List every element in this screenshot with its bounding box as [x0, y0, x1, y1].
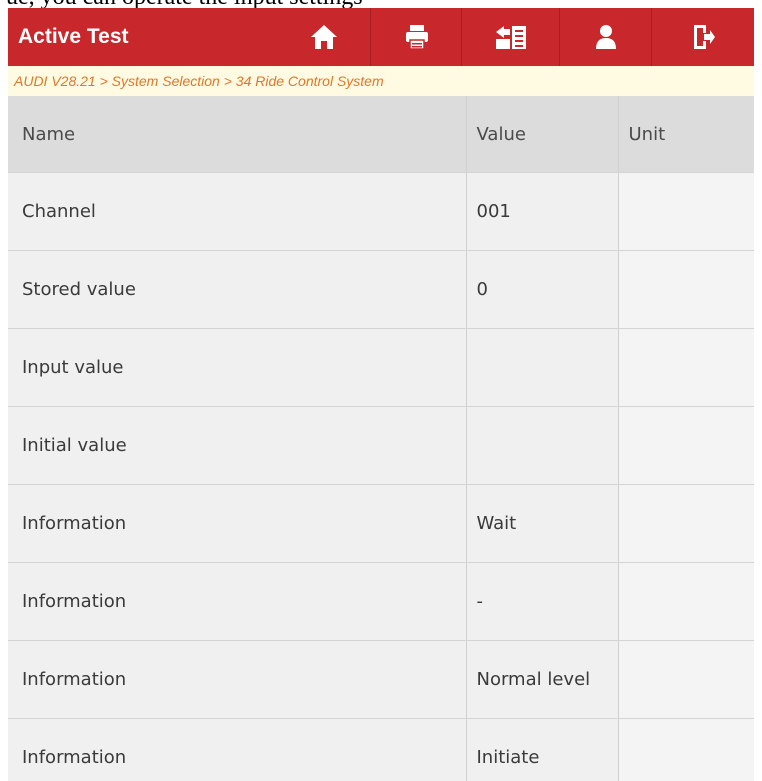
- row-unit: [617, 172, 754, 251]
- table-row[interactable]: Channel 001: [8, 172, 754, 251]
- table-row[interactable]: Information Normal level: [8, 640, 754, 719]
- breadcrumb: AUDI V28.21 > System Selection > 34 Ride…: [14, 73, 384, 89]
- exit-button[interactable]: [651, 8, 754, 66]
- exit-icon: [692, 24, 716, 50]
- row-name: Initial value: [8, 406, 466, 485]
- report-icon: [494, 24, 528, 50]
- user-icon: [595, 24, 617, 50]
- table-row[interactable]: Information -: [8, 562, 754, 641]
- row-name: Information: [8, 640, 466, 719]
- app-window: Active Test AUDI V28.21 > System Selecti…: [8, 8, 754, 781]
- breadcrumb-bar: AUDI V28.21 > System Selection > 34 Ride…: [8, 66, 754, 97]
- row-name: Stored value: [8, 250, 466, 329]
- report-button[interactable]: [461, 8, 560, 66]
- title-bar: Active Test: [8, 8, 754, 66]
- row-value: [465, 406, 618, 485]
- row-value: 0: [465, 250, 618, 329]
- column-header-value: Value: [465, 96, 618, 173]
- row-name: Information: [8, 718, 466, 781]
- row-unit: [617, 718, 754, 781]
- document-text-fragment: ue, you can operate the input settings: [0, 0, 762, 8]
- row-value: Wait: [465, 484, 618, 563]
- table-row[interactable]: Initial value: [8, 406, 754, 485]
- page-title: Active Test: [18, 25, 129, 48]
- row-unit: [617, 328, 754, 407]
- table-row[interactable]: Information Wait: [8, 484, 754, 563]
- user-button[interactable]: [559, 8, 652, 66]
- row-value: Normal level: [465, 640, 618, 719]
- row-name: Input value: [8, 328, 466, 407]
- row-unit: [617, 562, 754, 641]
- row-name: Information: [8, 562, 466, 641]
- row-unit: [617, 250, 754, 329]
- row-value: Initiate: [465, 718, 618, 781]
- row-value: [465, 328, 618, 407]
- table-row[interactable]: Information Initiate: [8, 718, 754, 781]
- row-value: 001: [465, 172, 618, 251]
- data-table: Name Value Unit Channel 001 Stored value…: [8, 96, 754, 781]
- table-header-row: Name Value Unit: [8, 96, 754, 173]
- row-unit: [617, 484, 754, 563]
- column-header-name: Name: [8, 96, 466, 173]
- row-unit: [617, 406, 754, 485]
- print-button[interactable]: [370, 8, 462, 66]
- print-icon: [405, 24, 429, 50]
- home-button[interactable]: [278, 8, 370, 66]
- row-name: Channel: [8, 172, 466, 251]
- row-name: Information: [8, 484, 466, 563]
- table-row[interactable]: Stored value 0: [8, 250, 754, 329]
- row-value: -: [465, 562, 618, 641]
- column-header-unit: Unit: [617, 96, 754, 173]
- row-unit: [617, 640, 754, 719]
- home-icon: [310, 24, 338, 50]
- table-row[interactable]: Input value: [8, 328, 754, 407]
